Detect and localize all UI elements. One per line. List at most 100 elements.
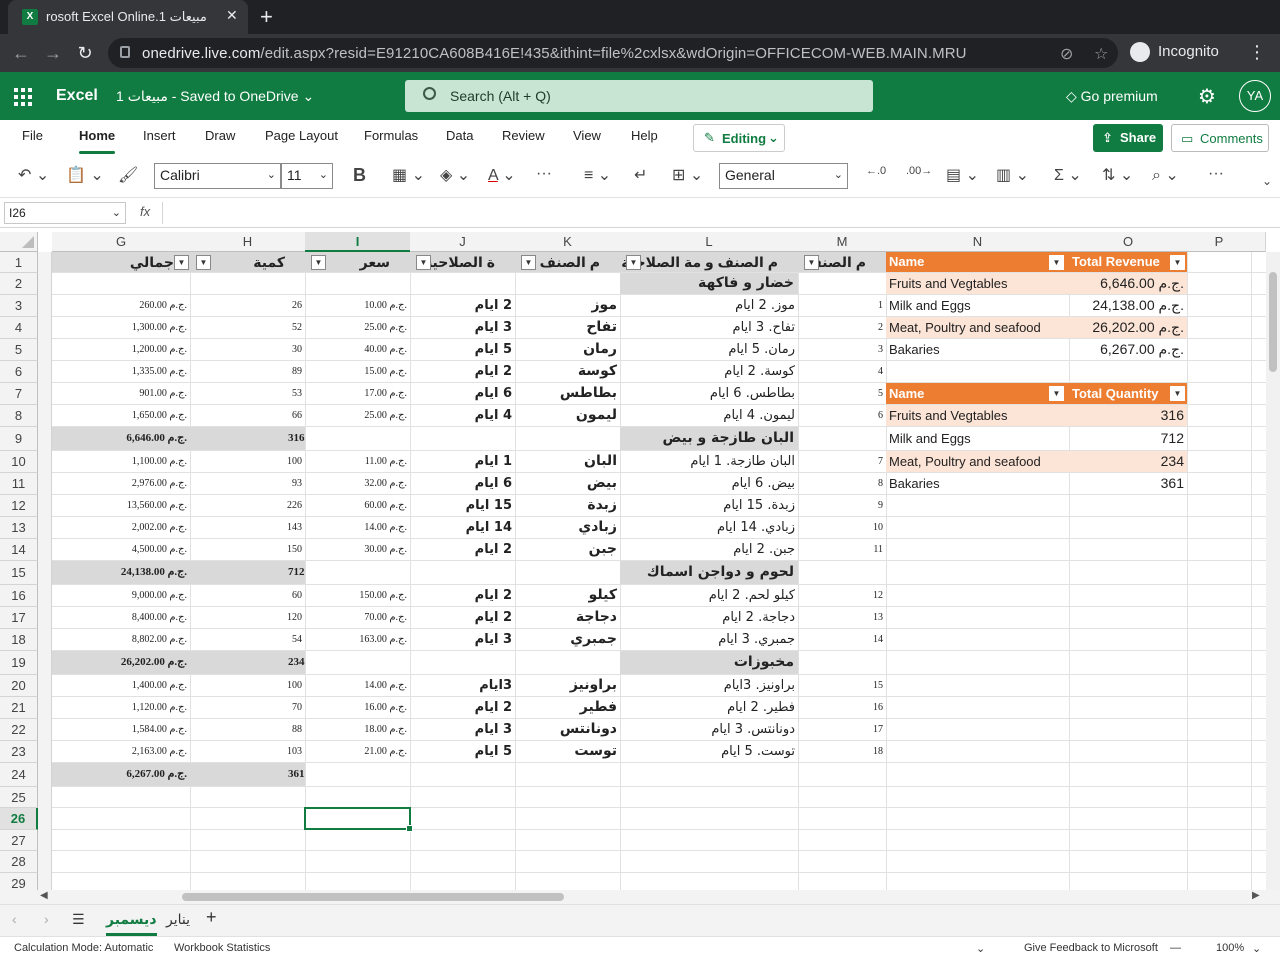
row-header-10[interactable]: 10 [0, 451, 38, 473]
merge-icon[interactable]: ⊞ ⌄ [672, 165, 703, 185]
close-icon[interactable]: ✕ [226, 7, 238, 24]
scroll-right-icon[interactable]: ▶ [1252, 890, 1260, 901]
column-header-n[interactable]: N [886, 232, 1070, 252]
row-header-17[interactable]: 17 [0, 607, 38, 629]
workbook-stats[interactable]: Workbook Statistics [174, 942, 270, 954]
new-tab-icon[interactable]: + [260, 4, 273, 30]
row-header-24[interactable]: 24 [0, 763, 38, 787]
row-header-20[interactable]: 20 [0, 675, 38, 697]
calc-mode[interactable]: Calculation Mode: Automatic [14, 942, 153, 954]
tab-review[interactable]: Review [502, 128, 545, 143]
row-header-3[interactable]: 3 [0, 295, 38, 317]
filter-dropdown-icon[interactable]: ▼ [174, 255, 189, 270]
scroll-thumb[interactable] [1269, 272, 1277, 372]
filter-dropdown-icon[interactable]: ▼ [521, 255, 536, 270]
row-header-2[interactable]: 2 [0, 273, 38, 295]
settings-gear-icon[interactable]: ⚙ [1198, 84, 1216, 109]
zoom-level[interactable]: 100% [1216, 942, 1244, 954]
more-icon[interactable]: ··· [536, 165, 552, 183]
incognito-indicator[interactable]: Incognito [1130, 42, 1219, 62]
star-icon[interactable]: ☆ [1094, 44, 1108, 64]
row-header-28[interactable]: 28 [0, 851, 38, 873]
tab-help[interactable]: Help [631, 128, 658, 143]
more-options-icon[interactable]: ··· [1208, 165, 1224, 183]
app-name[interactable]: Excel [56, 87, 98, 105]
row-header-26[interactable]: 26 [0, 808, 38, 830]
row-header-21[interactable]: 21 [0, 697, 38, 719]
tab-view[interactable]: View [573, 128, 601, 143]
feedback-link[interactable]: Give Feedback to Microsoft [1024, 942, 1158, 954]
tab-page-layout[interactable]: Page Layout [265, 128, 338, 143]
column-header-o[interactable]: O [1069, 232, 1188, 252]
decrease-decimal-icon[interactable]: .00→ [906, 165, 932, 177]
align-icon[interactable]: ≡ ⌄ [584, 165, 611, 185]
row-header-18[interactable]: 18 [0, 629, 38, 651]
row-header-27[interactable]: 27 [0, 830, 38, 851]
row-header-4[interactable]: 4 [0, 317, 38, 339]
back-icon[interactable]: ← [10, 42, 32, 64]
column-header-g[interactable]: G [52, 232, 191, 252]
filter-dropdown-icon[interactable]: ▼ [1049, 255, 1064, 270]
spreadsheet-grid[interactable]: G H I J K L M N O P 1 2 3 4 5 6 7 8 9 10 11 12 13 14 15 16 17 18 19 2… [0, 228, 1280, 890]
document-name[interactable]: 1 مبيعات - Saved to OneDrive ⌄ [116, 88, 314, 105]
row-header-12[interactable]: 12 [0, 495, 38, 517]
browser-tab[interactable]: X rosoft Excel Online.1 مبيعات ✕ [8, 0, 248, 34]
select-all-corner[interactable] [0, 232, 38, 252]
next-sheet-icon[interactable]: › [44, 911, 49, 927]
comments-button[interactable]: ▭ Comments [1171, 124, 1269, 152]
column-header-m[interactable]: M [798, 232, 887, 252]
row-header-8[interactable]: 8 [0, 405, 38, 427]
collapse-ribbon-icon[interactable]: ⌄ [1262, 174, 1272, 188]
tab-formulas[interactable]: Formulas [364, 128, 418, 143]
tab-insert[interactable]: Insert [143, 128, 176, 143]
fx-icon[interactable]: fx [140, 204, 150, 219]
sheet-tab-december[interactable]: ديسمبر [106, 911, 157, 936]
browser-menu-icon[interactable]: ⋮ [1248, 42, 1266, 63]
column-header-i[interactable]: I [305, 232, 411, 252]
add-sheet-icon[interactable]: + [206, 907, 217, 928]
font-color-icon[interactable]: A ⌄ [488, 165, 516, 185]
borders-icon[interactable]: ▦ ⌄ [392, 165, 425, 185]
row-header-9[interactable]: 9 [0, 427, 38, 451]
tab-data[interactable]: Data [446, 128, 473, 143]
column-header-j[interactable]: J [410, 232, 516, 252]
filter-dropdown-icon[interactable]: ▼ [626, 255, 641, 270]
row-header-23[interactable]: 23 [0, 741, 38, 763]
row-header-19[interactable]: 19 [0, 651, 38, 675]
search-input[interactable]: Search (Alt + Q) [405, 80, 873, 112]
format-table-icon[interactable]: ▥ ⌄ [996, 165, 1029, 185]
filter-dropdown-icon[interactable]: ▼ [1170, 255, 1185, 270]
fill-color-icon[interactable]: ◈ ⌄ [440, 165, 470, 185]
row-header-15[interactable]: 15 [0, 561, 38, 585]
row-header-1[interactable]: 1 [0, 252, 38, 273]
column-header-h[interactable]: H [190, 232, 306, 252]
font-size-select[interactable]: 11 ⌄ [281, 163, 333, 189]
filter-dropdown-icon[interactable]: ▼ [804, 255, 819, 270]
column-header-p[interactable]: P [1187, 232, 1252, 252]
undo-icon[interactable]: ↶ ⌄ [18, 165, 49, 185]
app-launcher-icon[interactable] [14, 88, 32, 106]
tab-file[interactable]: File [22, 128, 43, 143]
conditional-format-icon[interactable]: ▤ ⌄ [946, 165, 979, 185]
wrap-text-icon[interactable]: ↵ [634, 165, 647, 185]
font-name-select[interactable]: Calibri ⌄ [154, 163, 281, 189]
tab-draw[interactable]: Draw [205, 128, 235, 143]
horizontal-scrollbar[interactable]: ◀ ▶ [0, 890, 1280, 904]
vertical-scrollbar[interactable] [1266, 252, 1280, 890]
zoom-out-icon[interactable]: — [1170, 942, 1181, 954]
selected-cell[interactable] [304, 807, 413, 832]
paste-icon[interactable]: 📋 ⌄ [66, 165, 104, 185]
bold-button[interactable]: B [353, 165, 366, 186]
row-header-29[interactable]: 29 [0, 873, 38, 890]
chevron-down-icon[interactable]: ⌄ [1252, 942, 1261, 955]
filter-dropdown-icon[interactable]: ▼ [311, 255, 326, 270]
filter-dropdown-icon[interactable]: ▼ [196, 255, 211, 270]
reload-icon[interactable]: ↻ [74, 42, 96, 64]
row-header-7[interactable]: 7 [0, 383, 38, 405]
row-header-13[interactable]: 13 [0, 517, 38, 539]
go-premium-button[interactable]: ◇ Go premium [1066, 88, 1158, 105]
scroll-left-icon[interactable]: ◀ [40, 890, 48, 901]
filter-dropdown-icon[interactable]: ▼ [416, 255, 431, 270]
increase-decimal-icon[interactable]: ←.0 [866, 165, 886, 177]
editing-mode-button[interactable]: ✎ Editing ⌄ [693, 124, 785, 152]
